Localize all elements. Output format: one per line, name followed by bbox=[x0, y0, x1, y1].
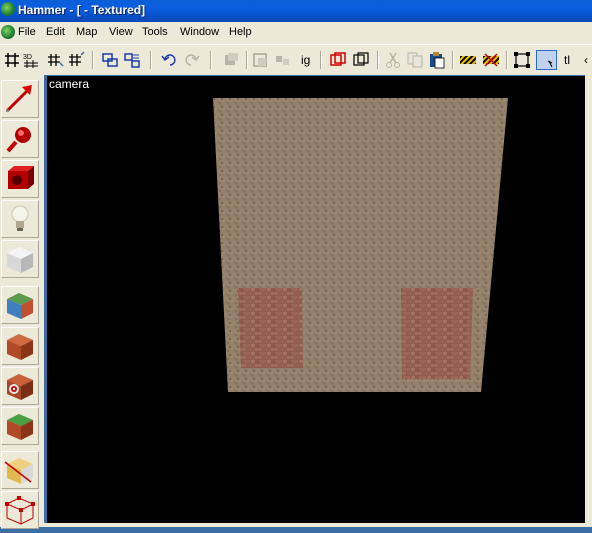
title-bar[interactable]: Hammer - [ - Textured] bbox=[0, 0, 592, 22]
clipping-icon bbox=[4, 458, 33, 484]
selection-arrow-icon bbox=[5, 85, 32, 113]
textured-wall-render bbox=[213, 98, 508, 392]
magnifier-icon bbox=[6, 127, 31, 153]
toolbar-ig-label[interactable]: ig bbox=[301, 53, 310, 67]
3d-grid-icon[interactable]: 3D bbox=[22, 51, 40, 69]
menu-edit[interactable]: Edit bbox=[46, 26, 65, 38]
select-by-objects-button[interactable] bbox=[536, 50, 557, 70]
paste-icon[interactable] bbox=[428, 51, 446, 69]
menu-tools[interactable]: Tools bbox=[142, 26, 168, 38]
toolbar-overflow-chevron[interactable]: ‹ bbox=[584, 53, 588, 67]
magnify-tool-button[interactable] bbox=[1, 120, 39, 158]
toolbar-separator bbox=[150, 51, 152, 69]
vertex-cube-icon bbox=[5, 496, 35, 525]
smaller-grid-icon[interactable] bbox=[46, 51, 64, 69]
window-bottom-border bbox=[44, 523, 592, 527]
cut-icon[interactable] bbox=[384, 51, 402, 69]
apply-current-texture-button[interactable] bbox=[1, 327, 39, 365]
camera-tool-button[interactable] bbox=[1, 160, 39, 198]
decal-target-icon bbox=[7, 374, 33, 400]
window-right-border bbox=[585, 75, 592, 527]
menu-window[interactable]: Window bbox=[180, 26, 219, 38]
hide-selected-icon[interactable] bbox=[459, 51, 477, 69]
ungroup-icon[interactable] bbox=[123, 51, 141, 69]
toolbar-separator bbox=[506, 51, 508, 69]
group-icon[interactable] bbox=[101, 51, 119, 69]
toolbar-separator bbox=[452, 51, 454, 69]
toolbar-tl-label[interactable]: tl bbox=[564, 53, 570, 67]
texture-application-tool-button[interactable] bbox=[1, 286, 39, 324]
overlay-tool-button[interactable] bbox=[1, 407, 39, 445]
undo-icon[interactable] bbox=[160, 51, 178, 69]
redo-icon[interactable] bbox=[183, 51, 201, 69]
light-bulb-icon bbox=[11, 205, 29, 231]
copy-icon[interactable] bbox=[406, 51, 424, 69]
window-title: Hammer - [ - Textured] bbox=[18, 3, 146, 17]
brick-cube-icon bbox=[7, 334, 33, 360]
entity-tool-button[interactable] bbox=[1, 200, 39, 238]
hide-objects-icon[interactable] bbox=[274, 51, 292, 69]
camera-viewport[interactable]: camera bbox=[47, 76, 585, 523]
toolbar-separator bbox=[210, 51, 212, 69]
camera-icon bbox=[8, 166, 34, 189]
selection-tool-button[interactable] bbox=[1, 80, 39, 118]
block-tool-button[interactable] bbox=[1, 240, 39, 278]
hollow-icon[interactable] bbox=[252, 51, 270, 69]
decal-tool-button[interactable] bbox=[1, 367, 39, 405]
cordon-icon[interactable] bbox=[329, 51, 347, 69]
toolbar-separator bbox=[320, 51, 322, 69]
clipping-tool-button[interactable] bbox=[1, 451, 39, 489]
larger-grid-icon[interactable] bbox=[67, 51, 85, 69]
vertex-tool-button[interactable] bbox=[1, 491, 39, 529]
overlay-cube-icon bbox=[7, 414, 33, 440]
block-icon bbox=[7, 247, 33, 273]
svg-text:3D: 3D bbox=[23, 54, 32, 61]
menu-bar: File Edit Map View Tools Window Help bbox=[0, 22, 592, 44]
toggle-cordon-icon[interactable] bbox=[352, 51, 370, 69]
menu-map[interactable]: Map bbox=[76, 26, 97, 38]
tool-palette bbox=[0, 75, 44, 529]
selection-handles-icon[interactable] bbox=[513, 51, 531, 69]
menu-help[interactable]: Help bbox=[229, 26, 252, 38]
carve-icon[interactable] bbox=[222, 51, 240, 69]
menu-view[interactable]: View bbox=[109, 26, 133, 38]
menu-file[interactable]: File bbox=[18, 26, 36, 38]
hammer-app-icon[interactable] bbox=[1, 2, 15, 16]
hide-unselected-icon[interactable] bbox=[482, 51, 500, 69]
textured-cube-icon bbox=[7, 293, 33, 319]
toolbar-separator bbox=[377, 51, 379, 69]
toolbar-separator bbox=[92, 51, 94, 69]
toggle-grid-icon[interactable] bbox=[3, 51, 21, 69]
toolbar-separator bbox=[246, 51, 248, 69]
document-icon[interactable] bbox=[1, 25, 15, 39]
cursor-icon bbox=[547, 60, 553, 68]
toolbar: 3D ig tl ‹ bbox=[0, 44, 592, 75]
